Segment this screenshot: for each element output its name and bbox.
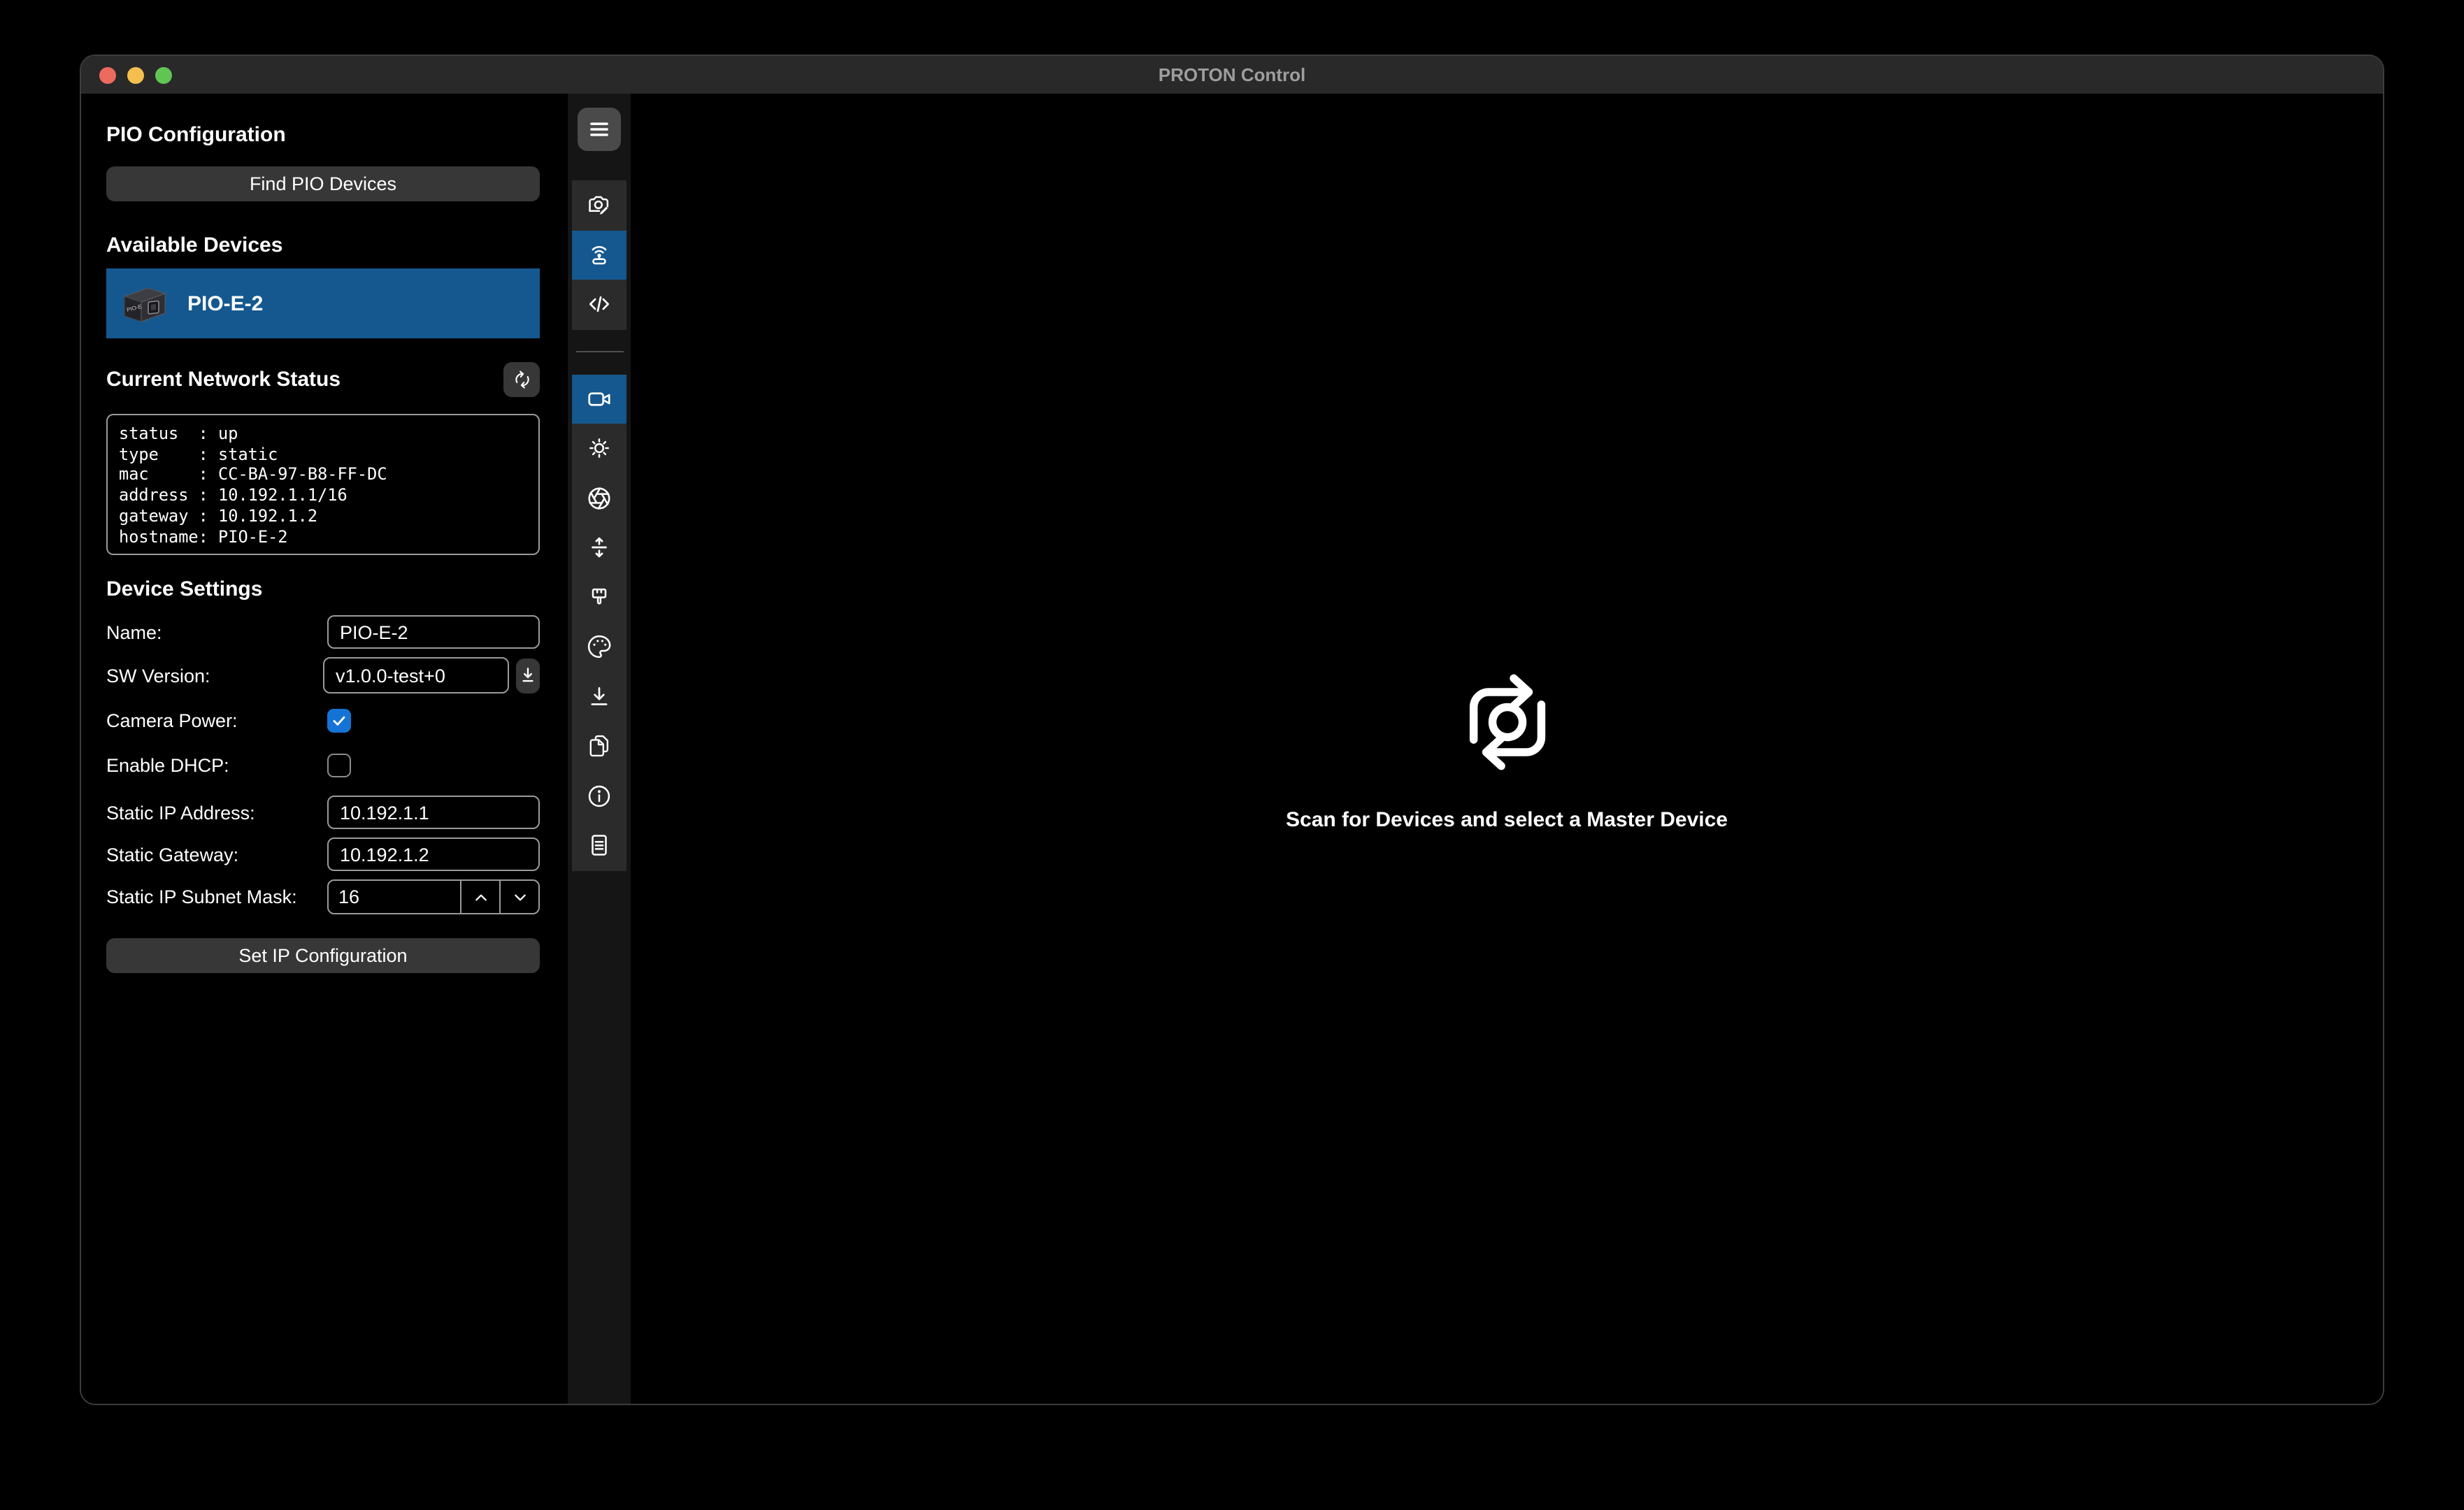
toolbar-item-camera-edit[interactable] — [572, 180, 626, 230]
sw-version-input[interactable] — [323, 657, 509, 693]
network-status-heading: Current Network Status — [106, 367, 341, 392]
device-photo-icon — [119, 282, 169, 324]
minimize-window-button[interactable] — [127, 66, 144, 83]
app-window: PROTON Control PIO Configuration Find PI… — [80, 55, 2384, 1405]
network-status-box: status : up type : static mac : CC-BA-97… — [106, 414, 540, 555]
titlebar: PROTON Control — [81, 56, 2383, 94]
sw-update-download-button[interactable] — [516, 658, 540, 693]
refresh-network-status-button[interactable] — [503, 362, 540, 397]
subnet-increment-button[interactable] — [460, 881, 499, 913]
device-list-item-selected[interactable]: PIO-E-2 — [106, 268, 540, 338]
static-ip-input[interactable] — [327, 796, 540, 829]
set-ip-configuration-button[interactable]: Set IP Configuration — [106, 938, 540, 973]
expand-vertical-icon — [586, 535, 613, 561]
toolbar-item-info[interactable] — [572, 771, 626, 821]
toolbar-item-code[interactable] — [572, 280, 626, 329]
code-icon — [586, 292, 613, 318]
subnet-mask-stepper — [327, 879, 540, 914]
static-gateway-label: Static Gateway: — [106, 844, 238, 865]
scan-instructions-text: Scan for Devices and select a Master Dev… — [1286, 807, 1728, 831]
name-label: Name: — [106, 621, 162, 642]
paint-brush-icon — [586, 584, 613, 611]
subnet-decrement-button[interactable] — [499, 881, 538, 913]
palette-icon — [586, 634, 613, 661]
toolbar-item-aperture[interactable] — [572, 473, 626, 523]
camera-power-label: Camera Power: — [106, 710, 327, 731]
static-ip-label: Static IP Address: — [106, 802, 255, 823]
static-gateway-input[interactable] — [327, 837, 540, 871]
camera-edit-icon — [586, 192, 613, 219]
download-icon — [516, 663, 540, 687]
chevron-up-icon — [469, 886, 492, 908]
toolbar-item-expand-vertical[interactable] — [572, 523, 626, 573]
toolbar-item-paint-brush[interactable] — [572, 573, 626, 622]
traffic-lights — [99, 56, 172, 94]
enable-dhcp-checkbox[interactable] — [327, 753, 351, 777]
download-icon — [586, 684, 613, 710]
available-devices-heading: Available Devices — [106, 233, 540, 259]
toolbar-item-access-point[interactable] — [572, 230, 626, 280]
access-point-icon — [586, 242, 613, 268]
toolbar-item-palette[interactable] — [572, 622, 626, 672]
menu-button[interactable] — [578, 108, 621, 151]
scan-camera-icon — [1447, 666, 1567, 777]
toolbar-item-document-list[interactable] — [572, 821, 626, 870]
subnet-mask-input[interactable] — [329, 881, 460, 913]
chevron-down-icon — [508, 886, 531, 908]
document-list-icon — [586, 833, 613, 859]
toolbar-item-copy-pages[interactable] — [572, 721, 626, 771]
brightness-sun-icon — [586, 436, 613, 462]
pio-configuration-heading: PIO Configuration — [106, 123, 540, 148]
info-icon — [586, 783, 613, 810]
device-name-input[interactable] — [327, 615, 540, 649]
menu-icon — [586, 116, 613, 143]
camera-power-checkbox[interactable] — [327, 708, 351, 732]
network-status-text: status : up type : static mac : CC-BA-97… — [119, 424, 527, 547]
find-pio-devices-button[interactable]: Find PIO Devices — [106, 166, 540, 201]
check-icon — [330, 711, 348, 729]
video-camera-icon — [586, 386, 613, 412]
toolbar-item-brightness-sun[interactable] — [572, 424, 626, 473]
toolbar-item-download[interactable] — [572, 672, 626, 721]
device-name: PIO-E-2 — [187, 292, 263, 315]
copy-pages-icon — [586, 733, 613, 760]
main-view: Scan for Devices and select a Master Dev… — [631, 94, 2383, 1404]
toolbar-item-video-camera[interactable] — [572, 374, 626, 424]
device-settings-heading: Device Settings — [106, 577, 540, 603]
pio-configuration-panel: PIO Configuration Find PIO Devices Avail… — [81, 94, 568, 1404]
toolbar-strip — [572, 180, 626, 870]
close-window-button[interactable] — [99, 66, 116, 83]
refresh-icon — [510, 368, 533, 391]
window-title: PROTON Control — [1159, 64, 1305, 85]
sw-version-label: SW Version: — [106, 665, 210, 686]
aperture-icon — [586, 485, 613, 512]
toolbar-divider — [572, 329, 626, 374]
subnet-mask-label: Static IP Subnet Mask: — [106, 886, 297, 907]
enable-dhcp-label: Enable DHCP: — [106, 754, 327, 775]
zoom-window-button[interactable] — [155, 66, 172, 83]
tool-rail — [568, 94, 631, 1404]
